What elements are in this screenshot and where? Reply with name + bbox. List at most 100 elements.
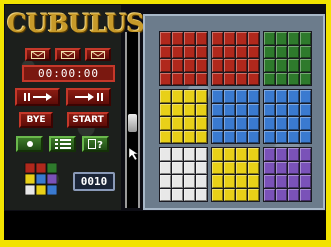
envelope-icon bbox=[31, 50, 45, 59]
cube-tile bbox=[248, 148, 259, 161]
cube-tile bbox=[160, 32, 171, 45]
cube-tile bbox=[212, 148, 223, 161]
cube-tile bbox=[212, 130, 223, 143]
cube-face-0-0[interactable] bbox=[159, 31, 208, 86]
cube-tile bbox=[172, 90, 183, 103]
cube-tile bbox=[160, 161, 171, 174]
cube-tile bbox=[288, 59, 299, 72]
cube-tile bbox=[264, 130, 275, 143]
cube-tile bbox=[224, 117, 235, 130]
cube-face-1-1[interactable] bbox=[211, 89, 260, 144]
cube-face-2-2[interactable] bbox=[263, 147, 312, 202]
cube-tile bbox=[264, 103, 275, 116]
mouse-pointer-icon bbox=[129, 148, 139, 160]
envelope-button-3[interactable] bbox=[85, 48, 111, 61]
timer-display: 00:00:00 bbox=[22, 65, 115, 82]
cube-face-0-1[interactable] bbox=[211, 31, 260, 86]
cube-tile bbox=[212, 45, 223, 58]
cube-tile bbox=[184, 72, 195, 85]
cube-tile bbox=[288, 90, 299, 103]
cube-tile bbox=[300, 32, 311, 45]
cube-tile bbox=[288, 188, 299, 201]
cube-tile bbox=[160, 130, 171, 143]
cube-tile bbox=[236, 59, 247, 72]
cube-tile bbox=[160, 148, 171, 161]
cube-face-1-0[interactable] bbox=[159, 89, 208, 144]
cube-tile bbox=[276, 117, 287, 130]
cube-tile bbox=[212, 188, 223, 201]
cube-tile bbox=[236, 175, 247, 188]
cube-tile bbox=[236, 32, 247, 45]
move-left-button[interactable] bbox=[15, 88, 60, 106]
preview-tile bbox=[24, 173, 36, 185]
option-button-help[interactable]: ? bbox=[82, 136, 109, 152]
cube-tile bbox=[288, 130, 299, 143]
cube-tile bbox=[160, 175, 171, 188]
cube-tile bbox=[196, 175, 207, 188]
cube-tile bbox=[300, 175, 311, 188]
cube-tile bbox=[160, 45, 171, 58]
cube-tile bbox=[160, 103, 171, 116]
cube-tile bbox=[236, 45, 247, 58]
cube-tile bbox=[184, 59, 195, 72]
cube-tile bbox=[288, 32, 299, 45]
cube-tile bbox=[196, 188, 207, 201]
cube-tile bbox=[172, 32, 183, 45]
slider-thumb[interactable] bbox=[128, 114, 137, 132]
svg-text:?: ? bbox=[97, 140, 103, 149]
cube-preview bbox=[24, 162, 57, 195]
start-button[interactable]: START bbox=[67, 112, 109, 128]
cube-tile bbox=[288, 117, 299, 130]
preview-tile bbox=[24, 184, 36, 195]
vertical-slider[interactable] bbox=[125, 32, 140, 208]
envelope-button-1[interactable] bbox=[25, 48, 51, 61]
cube-tile bbox=[172, 130, 183, 143]
cube-tile bbox=[224, 188, 235, 201]
cube-tile bbox=[172, 161, 183, 174]
option-button-dot[interactable] bbox=[16, 136, 43, 152]
bye-button[interactable]: BYE bbox=[19, 112, 53, 128]
cube-tile bbox=[248, 32, 259, 45]
cube-tile bbox=[212, 72, 223, 85]
envelope-button-2[interactable] bbox=[55, 48, 81, 61]
cube-tile bbox=[288, 148, 299, 161]
cube-tile bbox=[224, 103, 235, 116]
cube-face-1-2[interactable] bbox=[263, 89, 312, 144]
move-right-button[interactable] bbox=[66, 88, 111, 106]
option-button-list[interactable] bbox=[49, 136, 76, 152]
cube-tile bbox=[184, 161, 195, 174]
cube-tile bbox=[248, 188, 259, 201]
cube-tile bbox=[248, 90, 259, 103]
cube-tile bbox=[160, 90, 171, 103]
right-arrow-icon bbox=[74, 93, 103, 101]
cube-tile bbox=[212, 175, 223, 188]
cube-tile bbox=[184, 175, 195, 188]
cube-tile bbox=[236, 188, 247, 201]
cube-tile bbox=[172, 59, 183, 72]
cube-tile bbox=[184, 188, 195, 201]
preview-tile bbox=[35, 162, 47, 174]
preview-tile bbox=[35, 173, 47, 185]
dot-icon bbox=[26, 141, 33, 147]
cube-tile bbox=[196, 117, 207, 130]
cube-tile bbox=[248, 59, 259, 72]
cube-tile bbox=[264, 32, 275, 45]
cube-tile bbox=[264, 148, 275, 161]
cube-tile bbox=[172, 175, 183, 188]
bottom-bar bbox=[4, 211, 326, 240]
cube-tile bbox=[224, 59, 235, 72]
cube-tile bbox=[184, 32, 195, 45]
cube-tile bbox=[276, 188, 287, 201]
cube-tile bbox=[288, 175, 299, 188]
cube-tile bbox=[184, 148, 195, 161]
cube-tile bbox=[300, 103, 311, 116]
cube-face-2-0[interactable] bbox=[159, 147, 208, 202]
cube-tile bbox=[288, 103, 299, 116]
cube-tile bbox=[248, 72, 259, 85]
cube-tile bbox=[264, 59, 275, 72]
cube-tile bbox=[236, 72, 247, 85]
cube-face-0-2[interactable] bbox=[263, 31, 312, 86]
cube-face-2-1[interactable] bbox=[211, 147, 260, 202]
cube-tile bbox=[248, 117, 259, 130]
cube-tile bbox=[264, 90, 275, 103]
